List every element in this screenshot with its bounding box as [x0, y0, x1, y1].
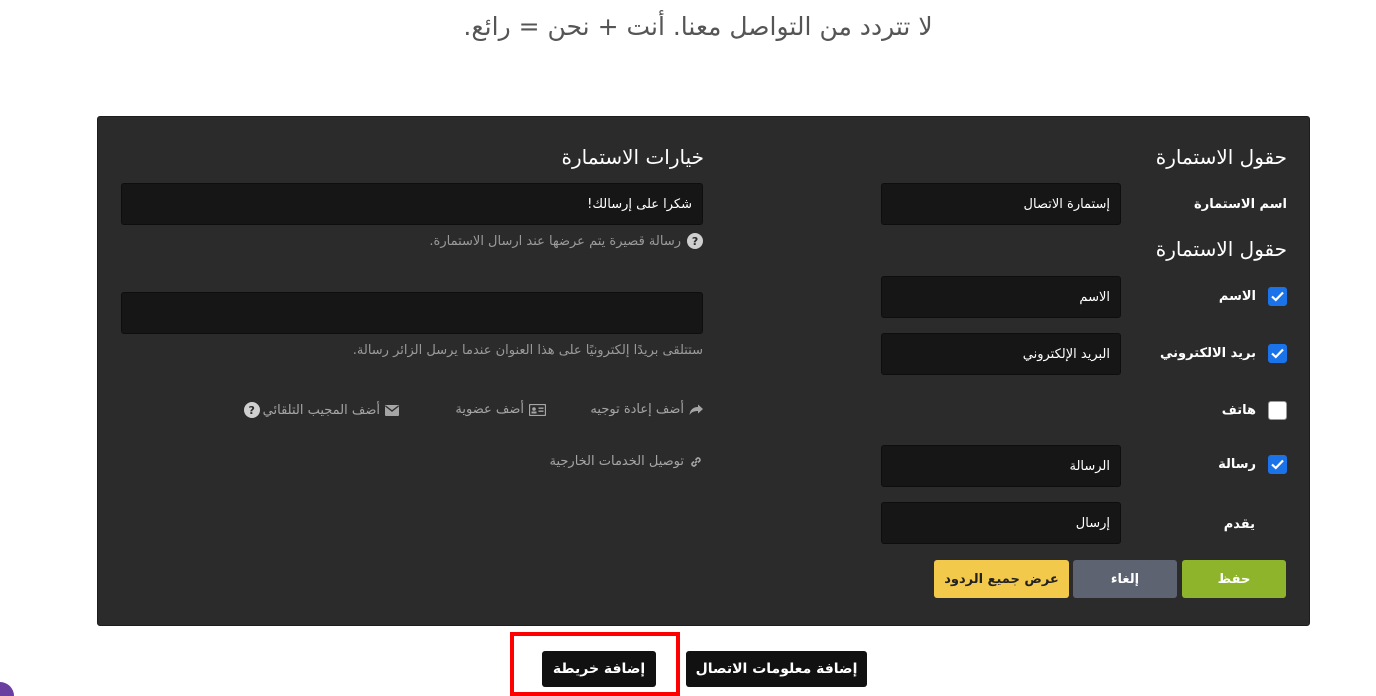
- notification-email-input[interactable]: [121, 292, 703, 334]
- envelope-icon: [385, 404, 399, 416]
- check-icon: [1271, 459, 1284, 470]
- name-field-label: الاسم: [1218, 288, 1256, 304]
- share-arrow-icon: [689, 404, 703, 416]
- page-headline: لا تتردد من التواصل معنا. أنت + نحن = را…: [463, 12, 933, 41]
- add-contact-info-button[interactable]: إضافة معلومات الاتصال: [686, 651, 867, 687]
- form-name-input[interactable]: إستمارة الاتصال: [881, 183, 1121, 225]
- form-options-title: خيارات الاستمارة: [561, 145, 704, 169]
- highlight-rectangle: [510, 632, 680, 696]
- form-fields-subtitle: حقول الاستمارة: [1155, 237, 1287, 261]
- add-autoresponder-link[interactable]: أضف المجيب التلقائي ?: [243, 402, 399, 418]
- form-name-label: اسم الاستمارة: [1194, 196, 1287, 212]
- form-fields-title: حقول الاستمارة: [1155, 145, 1287, 169]
- message-field-input[interactable]: الرسالة: [881, 445, 1121, 487]
- thank-you-hint: ? رسالة قصيرة يتم عرضها عند ارسال الاستم…: [429, 233, 703, 249]
- name-checkbox[interactable]: [1268, 286, 1287, 306]
- cancel-button[interactable]: إلغاء: [1073, 560, 1177, 598]
- email-field-label: بريد الالكتروني: [1160, 345, 1256, 361]
- phone-checkbox[interactable]: [1268, 400, 1287, 420]
- add-membership-link[interactable]: أضف عضوية: [455, 402, 546, 417]
- connect-external-services-link[interactable]: توصيل الخدمات الخارجية: [550, 454, 704, 469]
- message-field-label: رسالة: [1218, 456, 1256, 472]
- submit-label: يقدم: [1223, 516, 1255, 532]
- thank-you-message-input[interactable]: شكرا على إرسالك!: [121, 183, 703, 225]
- save-button[interactable]: حفظ: [1182, 560, 1286, 598]
- name-field-input[interactable]: الاسم: [881, 276, 1121, 318]
- help-icon[interactable]: ?: [687, 233, 703, 249]
- help-icon[interactable]: ?: [243, 402, 260, 418]
- contact-form-editor-panel: حقول الاستمارة اسم الاستمارة إستمارة الا…: [97, 116, 1310, 626]
- email-field-input[interactable]: البريد الإلكتروني: [881, 333, 1121, 375]
- link-icon: [689, 455, 703, 469]
- field-row-message[interactable]: رسالة: [1218, 453, 1287, 475]
- message-checkbox[interactable]: [1268, 454, 1287, 474]
- check-icon: [1271, 348, 1284, 359]
- submit-button-text-input[interactable]: إرسال: [881, 502, 1121, 544]
- field-row-name[interactable]: الاسم: [1219, 285, 1287, 307]
- email-hint: ستتلقى بريدًا إلكترونيًا على هذا العنوان…: [352, 343, 703, 358]
- email-checkbox[interactable]: [1268, 343, 1287, 363]
- thank-you-hint-text: رسالة قصيرة يتم عرضها عند ارسال الاستمار…: [429, 233, 681, 249]
- field-row-email[interactable]: بريد الالكتروني: [1160, 342, 1287, 364]
- field-row-phone[interactable]: هاتف: [1222, 399, 1287, 421]
- add-redirect-link[interactable]: أضف إعادة توجيه: [590, 402, 703, 417]
- id-card-icon: [529, 403, 546, 416]
- check-icon: [1271, 291, 1284, 302]
- phone-field-label: هاتف: [1221, 402, 1256, 418]
- purple-corner-decoration: [0, 682, 14, 696]
- show-all-responses-button[interactable]: عرض جميع الردود: [934, 560, 1069, 598]
